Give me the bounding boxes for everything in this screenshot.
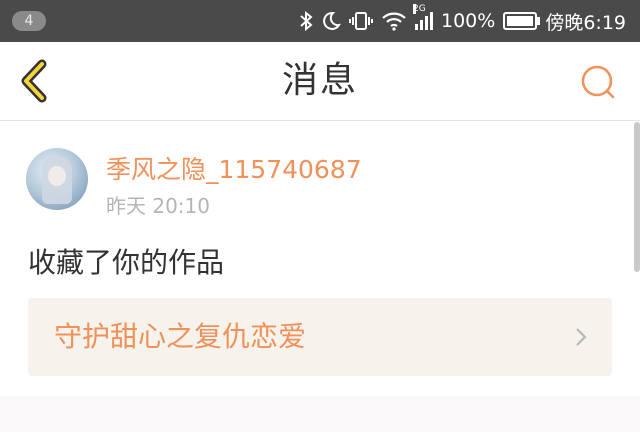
notification-count-badge: 4 [12,11,46,31]
chevron-right-icon [576,328,587,346]
header-bar: 消息 [0,42,640,121]
message-timestamp: 昨天 20:10 [106,194,210,218]
page-title: 消息 [281,60,358,101]
battery-percent: 100% [441,10,496,32]
list-divider [0,396,640,432]
scrollbar[interactable] [634,122,640,272]
message-action-text: 收藏了你的作品 [28,246,225,279]
work-title: 守护甜心之复仇恋爱 [54,320,307,353]
search-icon[interactable] [578,62,618,102]
cell-signal-icon: 2G [413,4,433,30]
battery-icon [503,12,541,30]
work-link-card[interactable]: 守护甜心之复仇恋爱 [28,298,612,376]
status-icons: 2G 100% 傍晚6:19 [299,0,626,42]
status-bar: 4 2G 100% 傍晚6:19 [0,0,640,42]
bluetooth-icon [300,11,313,31]
wifi-icon [382,12,406,31]
message-username[interactable]: 季风之隐_115740687 [106,150,362,186]
avatar[interactable] [26,148,88,210]
moon-icon [323,11,341,30]
clock: 傍晚6:19 [545,11,626,34]
vibrate-icon [349,12,373,30]
